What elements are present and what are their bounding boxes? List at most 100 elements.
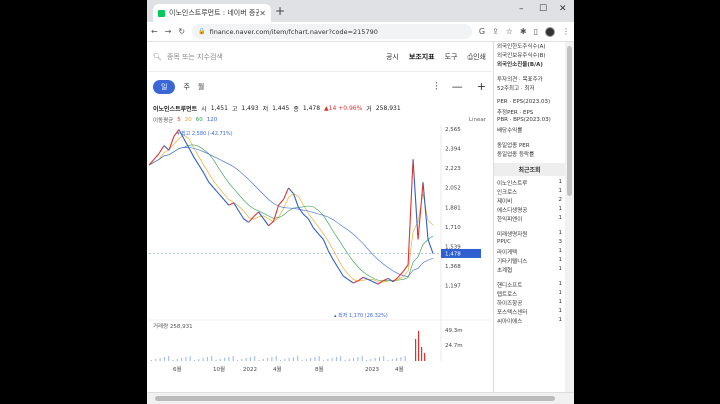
high-marker-label: ▾ 최고 2,580 (-42.71%) (177, 130, 233, 137)
price-segment (288, 187, 294, 195)
price-segment (273, 204, 280, 222)
profile-avatar[interactable] (545, 26, 555, 37)
ma-label: 이동평균 (153, 117, 174, 124)
stock-search[interactable]: 🔍︎ 종목 또는 지수검색 (153, 52, 386, 62)
recent-item[interactable]: 라이게텍 1 (494, 248, 565, 257)
price-tick-label: 2,052 (445, 186, 461, 192)
recent-item[interactable]: 미래생명자원 1 (494, 230, 565, 239)
volume-bar (424, 353, 426, 361)
side-info-row: 동일업종 등락률 (497, 152, 535, 158)
side-info-row: 52주최고 · 최저 (497, 86, 535, 92)
zoom-in-icon[interactable]: + (477, 80, 486, 94)
price-tick-label: 2,565 (445, 127, 461, 133)
tab-title: 이노인스트루먼트 : 네이버 증권 (169, 9, 260, 17)
back-icon[interactable]: ← (151, 27, 158, 36)
url-field[interactable]: 🔒 finance.naver.com/item/fchart.naver?co… (192, 24, 472, 39)
link-indicators[interactable]: 보조지표 (409, 52, 435, 62)
tab-weekly[interactable]: 주 (183, 82, 189, 92)
vertical-scroll-thumb[interactable] (567, 46, 572, 196)
recent-item[interactable]: 핸디소프트 1 (494, 281, 565, 290)
price-segment (243, 218, 249, 223)
price-tick-label: 2,394 (445, 147, 461, 153)
ma-20[interactable]: 20 (185, 117, 192, 123)
recent-item-name: 미래생명자원 (497, 232, 528, 238)
new-tab-icon[interactable]: + (275, 4, 285, 18)
recent-item[interactable]: PPI/C 3 (494, 239, 565, 248)
volume-bar (415, 339, 417, 361)
price-segment (218, 193, 225, 200)
price-segment (238, 210, 245, 220)
bookmark-star-icon[interactable]: ☆ (506, 27, 513, 36)
price-segment (148, 158, 155, 166)
extensions-icon[interactable]: ✱ (520, 27, 527, 36)
price-segment (322, 239, 329, 252)
recent-item[interactable]: 초계협 1 (494, 266, 565, 275)
print-link[interactable]: ⎙인쇄 (468, 52, 487, 62)
naver-favicon-icon (158, 9, 165, 17)
price-segment (268, 220, 274, 227)
price-segment (298, 207, 304, 215)
recent-item-name: 인크로스 (497, 190, 518, 196)
current-price-label: 1,478 (445, 251, 461, 257)
ma-5[interactable]: 5 (177, 117, 181, 123)
ma-120[interactable]: 120 (207, 117, 218, 123)
recent-item-name: 초계협 (497, 268, 513, 274)
stock-name: 이노인스트루먼트 (153, 105, 198, 113)
recent-item[interactable]: 이노인스트루 1 (494, 179, 565, 188)
recent-item[interactable]: 인크로스 1 (494, 188, 565, 197)
price-segment (363, 276, 369, 281)
print-label: 인쇄 (473, 52, 486, 61)
recent-views-title[interactable]: 최근조회 (494, 163, 565, 176)
lock-icon: 🔒 (198, 28, 206, 35)
recent-item[interactable]: 하이즈항공 1 (494, 299, 565, 308)
price-chart[interactable]: 2,5652,3942,2232,0521,8811,7101,5391,368… (147, 125, 492, 361)
link-tools[interactable]: 도구 (445, 52, 458, 62)
recent-item[interactable]: 포스텍스센터 1 (494, 308, 565, 317)
browser-tab[interactable]: 이노인스트루먼트 : 네이버 증권 ✕ (153, 4, 271, 22)
price-tick-label: 1,197 (445, 284, 461, 290)
recent-item-name: 기타키텔니스 (497, 259, 528, 265)
volume-bar (418, 331, 420, 361)
recent-item[interactable]: 텝트로스 1 (494, 290, 565, 299)
maximize-icon[interactable]: ☐ (539, 4, 547, 14)
close-window-icon[interactable]: ✕ (559, 4, 567, 14)
x-tick-label: 10월 (213, 365, 225, 373)
price-tick-label: 1,710 (445, 225, 461, 231)
recent-item[interactable]: 제이비 2 (494, 197, 565, 206)
tab-monthly[interactable]: 월 (198, 82, 204, 92)
price-segment (223, 199, 230, 206)
volume-tick-label: 49.3m (445, 328, 463, 334)
sidepanel-icon[interactable]: ▯ (534, 27, 538, 36)
reload-icon[interactable]: ↻ (178, 27, 185, 36)
horizontal-scroll-thumb[interactable] (155, 396, 555, 401)
scale-selector[interactable]: Linear (469, 117, 486, 123)
menu-icon[interactable]: ⋮ (562, 27, 570, 36)
minimize-icon[interactable]: – (519, 4, 524, 14)
google-icon[interactable]: G (479, 27, 485, 36)
candle-type-icon[interactable]: ⫶ (435, 80, 438, 94)
horizontal-scrollbar[interactable] (147, 392, 574, 404)
share-icon[interactable]: ⇪ (492, 27, 499, 36)
side-info-row: 외국인보유주식수(B) (497, 53, 546, 59)
recent-item[interactable]: 씨아이에스 1 (494, 317, 565, 326)
price-segment (303, 213, 309, 220)
side-info-row: 추정PER · EPS (497, 110, 534, 116)
price-segment (283, 187, 290, 200)
tab-close-icon[interactable]: ✕ (259, 9, 266, 18)
x-tick-label: 4월 (273, 365, 282, 373)
zoom-out-icon[interactable]: — (452, 80, 463, 94)
volume-value: 258,931 (375, 104, 401, 112)
link-disclosure[interactable]: 공시 (386, 52, 399, 62)
price-segment (397, 271, 404, 278)
price-segment (213, 187, 220, 195)
side-info-row: 외국인한도주식수(A) (497, 44, 546, 50)
vertical-scrollbar[interactable] (565, 42, 574, 392)
tab-daily[interactable]: 일 (153, 80, 176, 94)
forward-icon[interactable]: → (165, 27, 172, 36)
low-label: 저 (262, 105, 269, 113)
recent-item[interactable]: 기타키텔니스 1 (494, 257, 565, 266)
recent-item[interactable]: 에스디생명공 1 (494, 206, 565, 215)
ma-60[interactable]: 60 (196, 117, 203, 123)
recent-item[interactable]: 한익피엔이 1 (494, 215, 565, 224)
price-segment (307, 218, 314, 229)
